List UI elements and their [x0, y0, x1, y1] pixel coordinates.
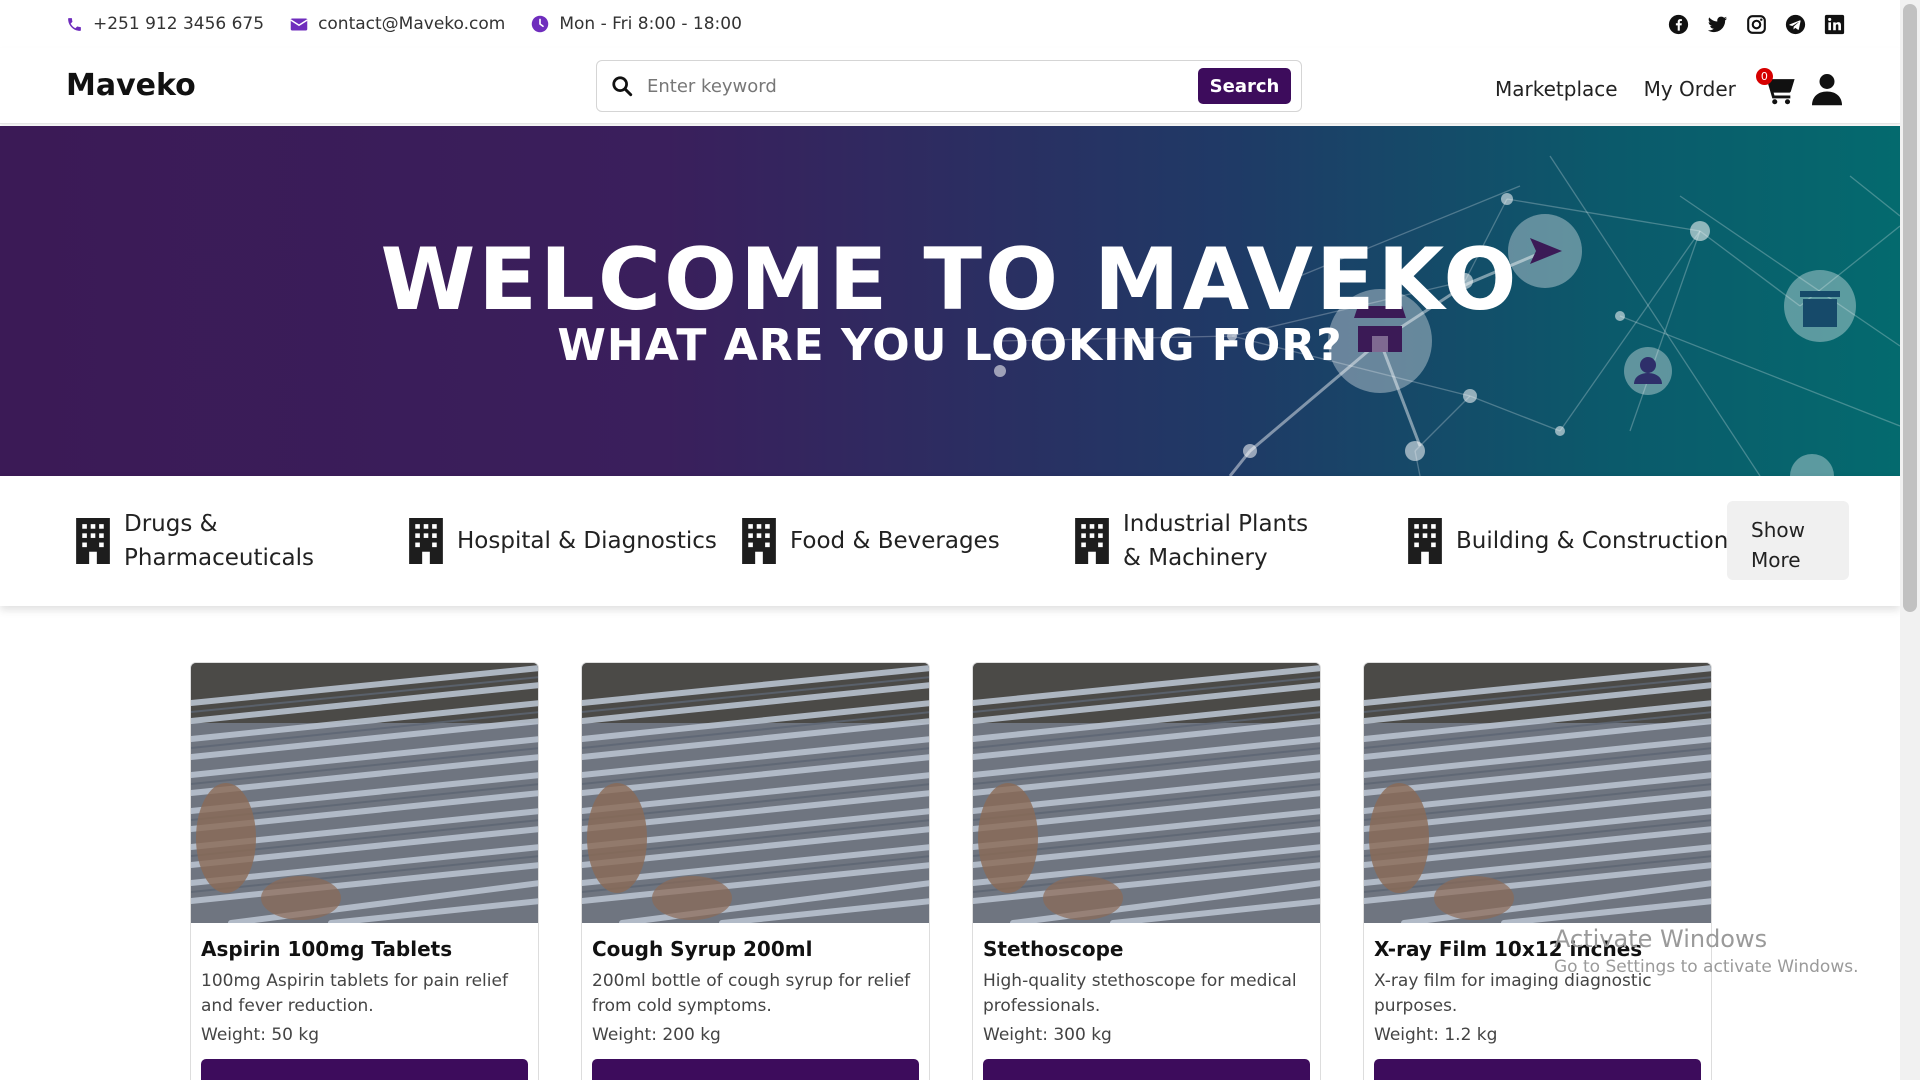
product-image[interactable] [191, 663, 538, 923]
building-icon [1075, 518, 1109, 564]
scrollbar-thumb[interactable] [1903, 4, 1917, 612]
category-item-industrial[interactable]: Industrial Plants & Machinery [1073, 507, 1406, 575]
product-action-button[interactable] [592, 1059, 919, 1080]
category-label: Industrial Plants & Machinery [1123, 511, 1309, 571]
product-title[interactable]: Cough Syrup 200ml [592, 937, 919, 961]
main-nav: Marketplace My Order 0 [1495, 68, 1842, 106]
category-item-building[interactable]: Building & Construction [1406, 518, 1739, 564]
search-bar: Search [596, 60, 1302, 112]
cart-count-badge: 0 [1755, 68, 1773, 85]
nav-my-order[interactable]: My Order [1644, 77, 1736, 101]
product-weight: Weight: 50 kg [201, 1025, 320, 1045]
product-description: High-quality stethoscope for medical pro… [983, 971, 1297, 1016]
product-description: 100mg Aspirin tablets for pain relief an… [201, 971, 508, 1016]
twitter-icon[interactable] [1707, 14, 1728, 35]
product-image[interactable] [1364, 663, 1711, 923]
product-grid: Aspirin 100mg Tablets 100mg Aspirin tabl… [190, 662, 1712, 1080]
hero-title: WELCOME TO MAVEKO [380, 230, 1520, 330]
product-title[interactable]: Stethoscope [983, 937, 1310, 961]
product-action-button[interactable] [201, 1059, 528, 1080]
building-icon [409, 518, 443, 564]
windows-activation-watermark: Activate Windows Go to Settings to activ… [1554, 925, 1859, 977]
product-card[interactable]: Stethoscope High-quality stethoscope for… [972, 662, 1321, 1080]
user-icon[interactable] [1811, 72, 1842, 106]
phone-text: +251 912 3456 675 [93, 14, 265, 34]
rebar-image [973, 663, 1320, 923]
category-item-hospital[interactable]: Hospital & Diagnostics [407, 518, 740, 564]
instagram-icon[interactable] [1746, 14, 1767, 35]
brand-logo[interactable]: Maveko [66, 68, 196, 103]
hours-info: Mon - Fri 8:00 - 18:00 [531, 14, 742, 34]
building-icon [742, 518, 776, 564]
category-label: Drugs & Pharmaceuticals [124, 511, 314, 571]
phone-icon [68, 17, 81, 31]
linkedin-icon[interactable] [1824, 14, 1845, 35]
watermark-subtitle: Go to Settings to activate Windows. [1554, 957, 1859, 977]
category-item-drugs[interactable]: Drugs & Pharmaceuticals [74, 507, 407, 575]
category-item-food[interactable]: Food & Beverages [740, 518, 1073, 564]
cart-button[interactable]: 0 [1755, 68, 1796, 106]
category-bar: Drugs & Pharmaceuticals Hospital & Diagn… [0, 476, 1900, 606]
top-info-bar: +251 912 3456 675 contact@Maveko.com Mon… [0, 0, 1900, 48]
main-header: Maveko Search Marketplace My Order 0 [0, 48, 1900, 124]
product-weight: Weight: 300 kg [983, 1025, 1112, 1045]
search-button[interactable]: Search [1198, 68, 1291, 104]
product-image[interactable] [582, 663, 929, 923]
product-description: 200ml bottle of cough syrup for relief f… [592, 971, 911, 1016]
telegram-icon[interactable] [1785, 14, 1806, 35]
social-links [1668, 14, 1845, 35]
category-label: Building & Construction [1456, 528, 1729, 554]
search-icon [612, 76, 633, 97]
facebook-icon[interactable] [1668, 14, 1689, 35]
hero-banner: WELCOME TO MAVEKO WHAT ARE YOU LOOKING F… [0, 126, 1900, 476]
product-action-button[interactable] [983, 1059, 1310, 1080]
email-info: contact@Maveko.com [290, 14, 505, 34]
product-image[interactable] [973, 663, 1320, 923]
hero-subtitle: WHAT ARE YOU LOOKING FOR? [557, 320, 1343, 371]
product-weight: Weight: 200 kg [592, 1025, 721, 1045]
email-text[interactable]: contact@Maveko.com [318, 14, 505, 34]
building-icon [1408, 518, 1442, 564]
product-weight: Weight: 1.2 kg [1374, 1025, 1498, 1045]
rebar-image [582, 663, 929, 923]
category-label: Hospital & Diagnostics [457, 528, 717, 554]
product-card[interactable]: Aspirin 100mg Tablets 100mg Aspirin tabl… [190, 662, 539, 1080]
nav-marketplace[interactable]: Marketplace [1495, 77, 1618, 101]
rebar-image [191, 663, 538, 923]
category-label: Food & Beverages [790, 528, 1000, 554]
phone-info: +251 912 3456 675 [66, 14, 264, 34]
product-title[interactable]: Aspirin 100mg Tablets [201, 937, 528, 961]
page-scrollbar[interactable] [1900, 0, 1920, 1080]
rebar-image [1364, 663, 1711, 923]
show-more-button[interactable]: Show More [1727, 501, 1849, 580]
envelope-icon [290, 18, 308, 30]
watermark-title: Activate Windows [1554, 925, 1768, 953]
product-card[interactable]: X-ray Film 10x12 inches X-ray film for i… [1363, 662, 1712, 1080]
product-card[interactable]: Cough Syrup 200ml 200ml bottle of cough … [581, 662, 930, 1080]
building-icon [76, 518, 110, 564]
hours-text: Mon - Fri 8:00 - 18:00 [559, 14, 742, 34]
search-input[interactable] [647, 75, 1198, 97]
clock-icon [532, 15, 549, 33]
product-action-button[interactable] [1374, 1059, 1701, 1080]
